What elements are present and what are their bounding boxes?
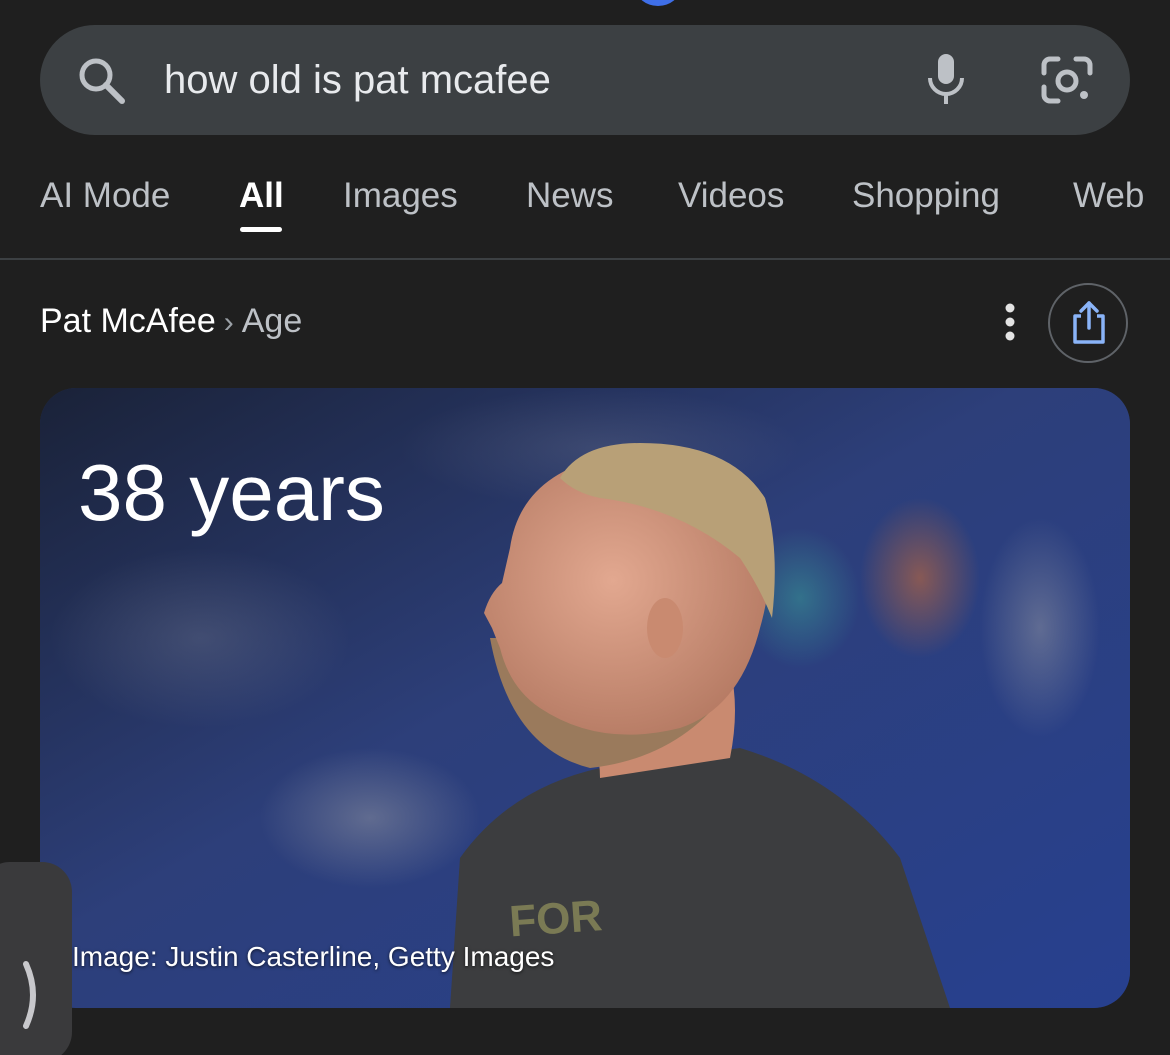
- tab-news[interactable]: News: [526, 174, 614, 218]
- breadcrumb-entity[interactable]: Pat McAfee: [40, 302, 216, 340]
- image-credit: Image: Justin Casterline, Getty Images: [72, 941, 555, 972]
- chevron-right-icon[interactable]: [20, 960, 50, 1030]
- tab-shopping[interactable]: Shopping: [852, 174, 1000, 218]
- tab-videos[interactable]: Videos: [678, 174, 784, 218]
- tab-web[interactable]: Web: [1073, 174, 1144, 218]
- search-icon[interactable]: [76, 55, 128, 107]
- breadcrumb-attribute: Age: [241, 302, 303, 340]
- share-button[interactable]: [1048, 283, 1128, 363]
- tab-all[interactable]: All: [239, 174, 284, 218]
- search-input[interactable]: how old is pat mcafee: [164, 56, 551, 104]
- tab-images[interactable]: Images: [343, 174, 458, 218]
- age-answer-card[interactable]: FOR 38 years Image: Justin Casterline, G…: [40, 388, 1130, 1008]
- age-value: 38 years: [78, 448, 385, 537]
- assistant-indicator: [636, 0, 680, 6]
- svg-text:FOR: FOR: [508, 891, 604, 946]
- lens-icon[interactable]: [1040, 55, 1094, 105]
- tab-ai-mode[interactable]: AI Mode: [40, 174, 170, 218]
- breadcrumb-separator: ›: [223, 306, 234, 339]
- active-tab-indicator: [240, 227, 282, 232]
- more-vert-icon[interactable]: [992, 300, 1028, 344]
- tabs-divider: [0, 258, 1170, 260]
- breadcrumb: Pat McAfee › Age: [40, 300, 302, 344]
- share-icon: [1073, 301, 1105, 344]
- mic-icon[interactable]: [922, 52, 970, 108]
- search-tabs: AI Mode All Images News Videos Shopping …: [0, 160, 1170, 258]
